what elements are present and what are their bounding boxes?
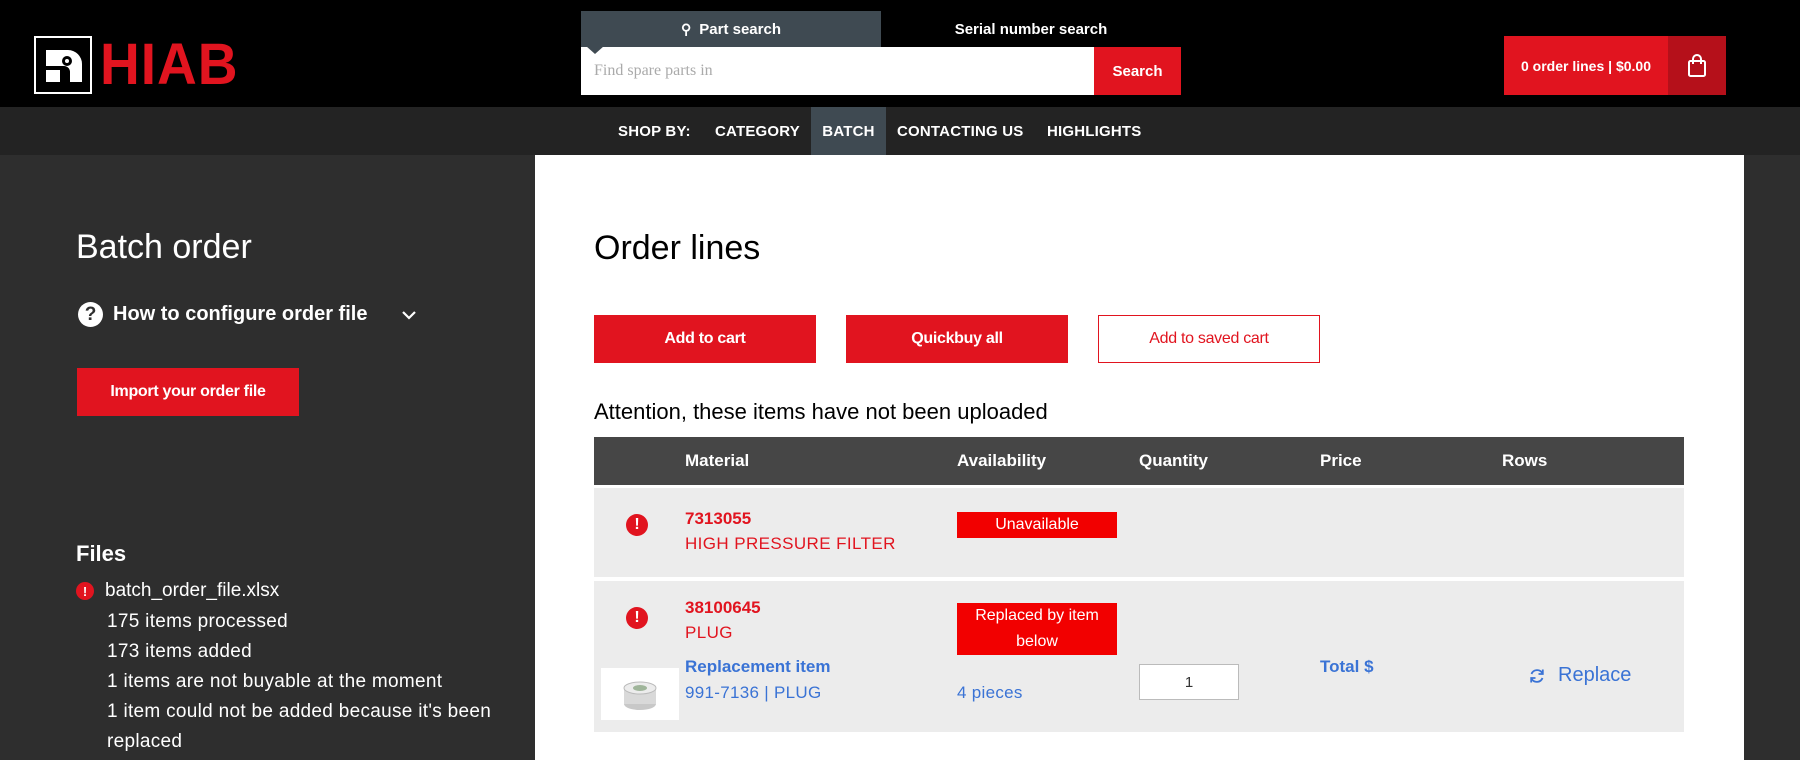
chevron-down-icon	[401, 303, 417, 326]
nav-item-batch[interactable]: BATCH	[811, 107, 886, 155]
material-number: 38100645	[685, 598, 761, 617]
add-to-cart-button[interactable]: Add to cart	[594, 315, 816, 363]
tab-serial-search[interactable]: Serial number search	[881, 11, 1181, 47]
total-price: Total $	[1320, 657, 1374, 676]
files-heading: Files	[76, 541, 127, 566]
table-row: ! 7313055 HIGH PRESSURE FILTER Unavailab…	[594, 488, 1684, 577]
nav-item-highlights[interactable]: HIGHLIGHTS	[1047, 107, 1142, 155]
question-icon: ?	[78, 302, 103, 327]
file-entry: ! batch_order_file.xlsx	[76, 580, 279, 602]
availability-badge: Replaced by item below	[957, 603, 1117, 655]
howto-toggle[interactable]: ? How to configure order file	[78, 302, 417, 327]
add-to-saved-cart-button[interactable]: Add to saved cart	[1098, 315, 1320, 363]
stat-replaced: 1 item could not be added because it's b…	[107, 701, 492, 752]
page-title: Order lines	[594, 229, 761, 267]
availability-badge: Unavailable	[957, 512, 1117, 538]
file-name: batch_order_file.xlsx	[105, 580, 280, 601]
nav-item-category[interactable]: CATEGORY	[715, 107, 800, 155]
order-lines-panel: Order lines Add to cart Quickbuy all Add…	[535, 155, 1744, 760]
hiab-logo[interactable]: HIAB	[34, 34, 246, 96]
refresh-icon	[1530, 668, 1544, 683]
quantity-input[interactable]	[1139, 664, 1239, 700]
material-name: HIGH PRESSURE FILTER	[685, 534, 896, 553]
shopping-bag-icon	[1688, 53, 1706, 77]
error-icon: !	[626, 607, 648, 629]
top-header: HIAB ⚲ Part search Serial number search …	[0, 0, 1800, 107]
sidebar-title: Batch order	[76, 228, 252, 266]
tab-part-search[interactable]: ⚲ Part search	[581, 11, 881, 47]
search-tabs: ⚲ Part search Serial number search	[581, 11, 1181, 47]
import-order-file-button[interactable]: Import your order file	[77, 368, 299, 416]
replace-button[interactable]: Replace	[1528, 664, 1631, 687]
nav-item-contacting-us[interactable]: CONTACTING US	[897, 107, 1023, 155]
replace-label: Replace	[1558, 664, 1632, 686]
product-thumbnail[interactable]	[601, 668, 679, 720]
tab-part-search-label: Part search	[699, 20, 781, 38]
cart-summary-button[interactable]: 0 order lines | $0.00	[1504, 36, 1668, 95]
hiab-crane-icon	[34, 36, 92, 94]
attention-message: Attention, these items have not been upl…	[594, 399, 1048, 424]
howto-label: How to configure order file	[113, 303, 368, 325]
search-button[interactable]: Search	[1094, 47, 1181, 95]
header-price: Price	[1320, 451, 1362, 470]
brand-wordmark: HIAB	[100, 32, 239, 97]
replacement-item-link[interactable]: Replacement item	[685, 657, 831, 677]
header-material: Material	[685, 451, 750, 470]
stat-not-buyable: 1 items are not buyable at the moment	[107, 671, 443, 692]
header-quantity: Quantity	[1139, 451, 1208, 470]
search-icon: ⚲	[681, 20, 692, 37]
file-stats: 175 items processed 173 items added 1 it…	[107, 607, 497, 757]
header-rows: Rows	[1502, 451, 1548, 470]
tab-indicator	[586, 46, 604, 54]
header-availability: Availability	[957, 451, 1047, 470]
error-icon: !	[76, 582, 94, 600]
table-header: Material Availability Quantity Price Row…	[594, 437, 1684, 485]
shopping-bag-button[interactable]	[1668, 36, 1726, 95]
table-row: ! 38100645 PLUG Replaced by item below R…	[594, 581, 1684, 732]
error-icon: !	[626, 514, 648, 536]
quickbuy-all-button[interactable]: Quickbuy all	[846, 315, 1068, 363]
material-number: 7313055	[685, 509, 752, 528]
material-name: PLUG	[685, 623, 733, 642]
main-nav: SHOP BY: CATEGORY BATCH CONTACTING US HI…	[0, 107, 1800, 155]
stat-processed: 175 items processed	[107, 611, 289, 632]
search-input[interactable]	[581, 47, 1094, 95]
tab-serial-search-label: Serial number search	[954, 20, 1108, 38]
replacement-item-id[interactable]: 991-7136 | PLUG	[685, 683, 822, 703]
shop-by-label: SHOP BY:	[618, 122, 691, 140]
order-lines-table: Material Availability Quantity Price Row…	[594, 437, 1684, 732]
replacement-availability: 4 pieces	[957, 683, 1023, 702]
stat-added: 173 items added	[107, 641, 252, 662]
